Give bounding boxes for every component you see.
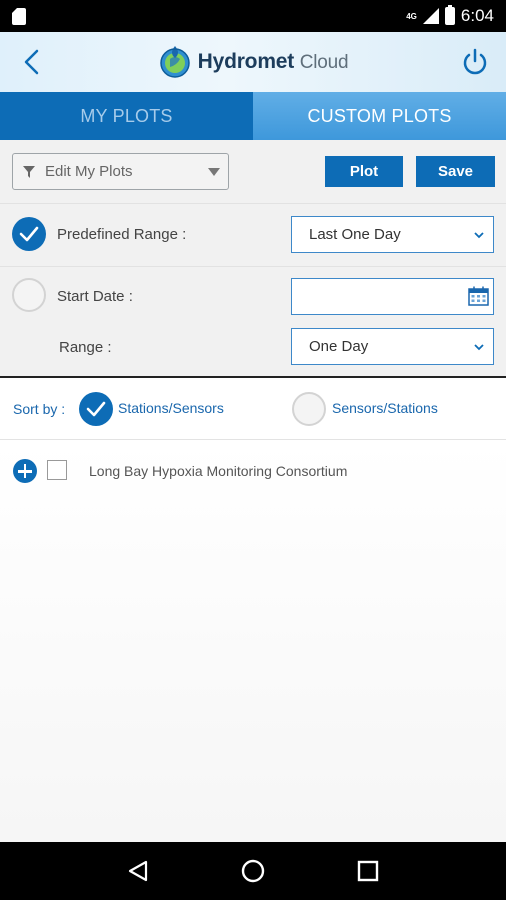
signal-icon (422, 8, 439, 24)
app-header: Hydromet Cloud (0, 32, 506, 92)
station-tree: Long Bay Hypoxia Monitoring Consortium (0, 441, 506, 842)
caret-down-icon (208, 168, 220, 176)
range-value: One Day (309, 338, 369, 355)
system-nav-bar (0, 842, 506, 900)
divider (0, 266, 506, 267)
nav-back-button[interactable] (124, 857, 152, 885)
checkmark-icon (86, 401, 106, 417)
status-bar: 4G 6:04 (0, 0, 506, 32)
start-date-label: Start Date : (57, 288, 133, 305)
range-select[interactable]: One Day (291, 328, 494, 365)
tree-item-label[interactable]: Long Bay Hypoxia Monitoring Consortium (89, 463, 347, 479)
logout-button[interactable] (460, 46, 490, 78)
back-arrow-icon (24, 49, 39, 75)
edit-plots-dropdown[interactable]: Edit My Plots (12, 153, 229, 190)
back-triangle-icon (128, 860, 147, 882)
battery-icon (444, 5, 455, 25)
chevron-down-icon (474, 344, 484, 351)
brand: Hydromet Cloud (158, 45, 349, 79)
network-type-label: 4G (406, 12, 417, 21)
sort-stations-sensors-radio[interactable] (79, 392, 113, 426)
hydromet-logo (159, 46, 190, 78)
brand-name-suffix: Cloud (299, 52, 349, 73)
save-button[interactable]: Save (416, 156, 495, 187)
nav-recents-button[interactable] (354, 857, 382, 885)
home-circle-icon (241, 859, 265, 883)
nav-home-button[interactable] (239, 857, 267, 885)
checkmark-icon (19, 226, 39, 242)
sort-by-label: Sort by : (13, 401, 66, 417)
tab-custom-plots[interactable]: CUSTOM PLOTS (253, 92, 506, 140)
back-button[interactable] (18, 46, 48, 78)
plot-controls: Edit My Plots Plot Save Predefined Range… (0, 140, 506, 378)
sort-sensors-stations-label[interactable]: Sensors/Stations (332, 400, 438, 416)
expand-plus-icon[interactable] (13, 459, 37, 483)
brand-name-main: Hydromet (197, 50, 295, 73)
plot-button[interactable]: Plot (325, 156, 403, 187)
chevron-down-icon (474, 232, 484, 239)
predefined-range-label: Predefined Range : (57, 226, 187, 243)
predefined-range-radio[interactable] (12, 217, 46, 251)
sd-card-icon (12, 7, 26, 25)
tab-my-plots[interactable]: MY PLOTS (0, 92, 253, 140)
sort-sensors-stations-radio[interactable] (292, 392, 326, 426)
sort-stations-sensors-label[interactable]: Stations/Sensors (118, 400, 224, 416)
power-icon (463, 48, 487, 75)
predefined-range-select[interactable]: Last One Day (291, 216, 494, 253)
start-date-input[interactable] (291, 278, 494, 315)
range-label: Range : (59, 339, 112, 356)
plot-tabs: MY PLOTS CUSTOM PLOTS (0, 92, 506, 140)
start-date-radio[interactable] (12, 278, 46, 312)
status-clock: 6:04 (460, 6, 494, 25)
filter-icon (23, 165, 35, 178)
recents-square-icon (358, 860, 379, 882)
tree-item-checkbox[interactable] (47, 460, 67, 480)
calendar-icon[interactable] (468, 286, 489, 306)
brand-name: Hydromet Cloud (198, 50, 349, 74)
sort-options: Sort by : Stations/Sensors Sensors/Stati… (0, 378, 506, 440)
tree-item: Long Bay Hypoxia Monitoring Consortium (0, 458, 506, 488)
predefined-range-value: Last One Day (309, 226, 401, 243)
edit-plots-dropdown-value: Edit My Plots (45, 163, 133, 180)
divider (0, 203, 506, 204)
